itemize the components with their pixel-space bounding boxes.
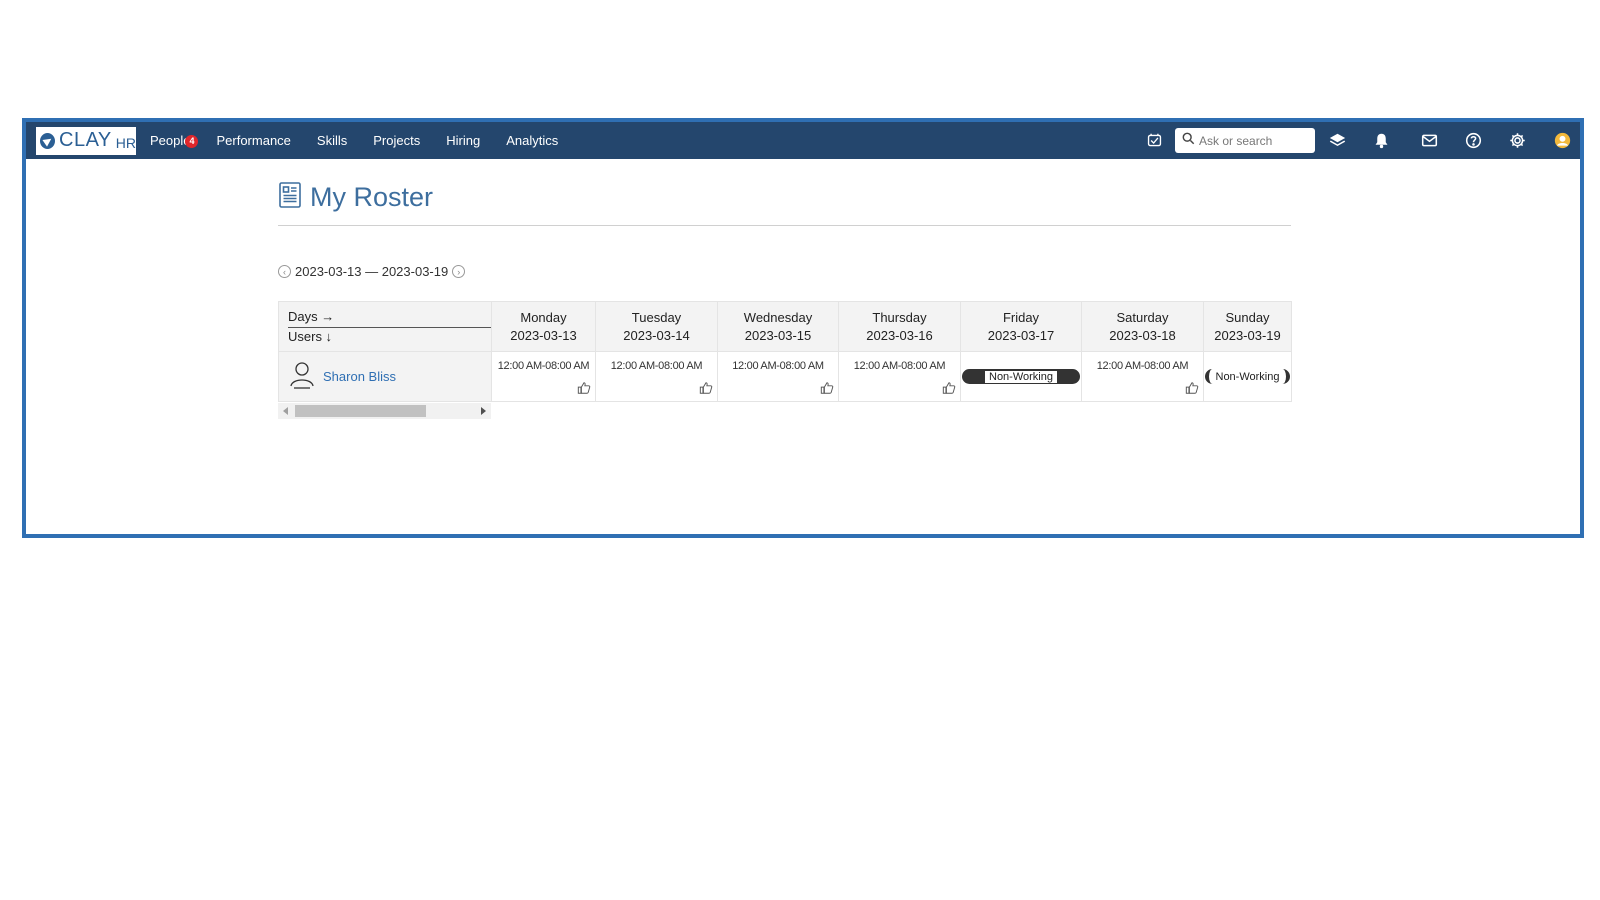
main-menu: People 4 Performance Skills Projects Hir… bbox=[150, 122, 584, 159]
shift-time: 12:00 AM-08:00 AM bbox=[1096, 360, 1189, 372]
day-name: Saturday bbox=[1116, 309, 1169, 325]
user-cell: Sharon Bliss bbox=[278, 351, 492, 402]
nav-right-tools bbox=[1144, 122, 1580, 159]
non-working-label: Non-Working bbox=[1211, 370, 1284, 383]
user-name-link[interactable]: Sharon Bliss bbox=[323, 369, 396, 384]
non-working-cell[interactable]: Non-Working bbox=[1203, 351, 1292, 402]
nav-item-analytics[interactable]: Analytics bbox=[506, 133, 558, 148]
day-date: 2023-03-18 bbox=[1109, 327, 1176, 343]
search-icon bbox=[1182, 132, 1195, 150]
scroll-left-arrow-icon[interactable] bbox=[283, 407, 288, 415]
scroll-right-arrow-icon[interactable] bbox=[481, 407, 486, 415]
avatar-icon[interactable] bbox=[1552, 131, 1572, 151]
logo-mark-icon bbox=[40, 132, 55, 149]
logo-suffix: HR bbox=[115, 135, 136, 151]
week-navigator: ‹ 2023-03-13 — 2023-03-19 › bbox=[278, 264, 1292, 279]
shift-time: 12:00 AM-08:00 AM bbox=[853, 360, 946, 372]
day-date: 2023-03-16 bbox=[866, 327, 933, 343]
nav-item-people[interactable]: People 4 bbox=[150, 133, 199, 148]
search-box[interactable] bbox=[1175, 128, 1315, 153]
gear-icon[interactable] bbox=[1507, 131, 1527, 151]
nav-item-hiring[interactable]: Hiring bbox=[446, 133, 480, 148]
horizontal-scrollbar[interactable] bbox=[278, 403, 491, 419]
user-icon bbox=[289, 360, 315, 393]
thumbs-up-icon[interactable] bbox=[1185, 381, 1199, 395]
day-name: Sunday bbox=[1225, 309, 1270, 325]
page-title: My Roster bbox=[310, 181, 434, 212]
next-week-icon[interactable]: › bbox=[452, 265, 466, 278]
top-navigation-bar: CLAY HR People 4 Performance Skills Proj… bbox=[26, 122, 1580, 159]
day-header-sunday: Sunday 2023-03-19 bbox=[1203, 301, 1292, 352]
title-divider bbox=[278, 225, 1291, 226]
users-axis-label: Users ↓ bbox=[288, 328, 333, 344]
scrollbar-thumb[interactable] bbox=[295, 405, 426, 417]
table-row: Sharon Bliss 12:00 AM-08:00 AM 12:00 AM-… bbox=[278, 351, 1292, 402]
clayhr-logo[interactable]: CLAY HR bbox=[36, 126, 136, 155]
shift-cell[interactable]: 12:00 AM-08:00 AM bbox=[1081, 351, 1204, 402]
day-name: Wednesday bbox=[743, 309, 813, 325]
search-input[interactable] bbox=[1199, 133, 1309, 148]
nav-item-projects[interactable]: Projects bbox=[373, 133, 420, 148]
non-working-label: Non-Working bbox=[985, 370, 1057, 383]
shift-time: 12:00 AM-08:00 AM bbox=[732, 360, 824, 372]
shift-cell[interactable]: 12:00 AM-08:00 AM bbox=[717, 351, 839, 402]
day-header-monday: Monday 2023-03-13 bbox=[491, 301, 596, 352]
thumbs-up-icon[interactable] bbox=[699, 381, 713, 395]
day-date: 2023-03-15 bbox=[744, 327, 812, 343]
day-date: 2023-03-17 bbox=[987, 327, 1055, 343]
shift-time: 12:00 AM-08:00 AM bbox=[610, 360, 703, 372]
nav-item-performance[interactable]: Performance bbox=[216, 133, 290, 148]
thumbs-up-icon[interactable] bbox=[942, 381, 956, 395]
day-header-friday: Friday 2023-03-17 bbox=[960, 301, 1082, 352]
previous-week-icon[interactable]: ‹ bbox=[278, 265, 291, 278]
inbox-icon[interactable] bbox=[1144, 131, 1164, 151]
nav-item-people-label: People bbox=[150, 133, 191, 148]
roster-grid: Days → Users ↓ Monday 2023-03-13 Tuesday 2… bbox=[278, 301, 1292, 419]
thumbs-up-icon[interactable] bbox=[577, 381, 591, 395]
day-date: 2023-03-19 bbox=[1214, 327, 1281, 343]
bell-icon[interactable] bbox=[1371, 131, 1391, 151]
help-icon[interactable] bbox=[1463, 131, 1483, 151]
logo-text: CLAY bbox=[59, 129, 112, 151]
shift-cell[interactable]: 12:00 AM-08:00 AM bbox=[595, 351, 718, 402]
notification-badge: 4 bbox=[185, 135, 199, 148]
day-header-thursday: Thursday 2023-03-16 bbox=[838, 301, 961, 352]
day-header-tuesday: Tuesday 2023-03-14 bbox=[595, 301, 718, 352]
roster-corner-header: Days → Users ↓ bbox=[278, 301, 492, 352]
mail-icon[interactable] bbox=[1419, 131, 1439, 151]
day-header-saturday: Saturday 2023-03-18 bbox=[1081, 301, 1204, 352]
app-window: CLAY HR People 4 Performance Skills Proj… bbox=[22, 118, 1584, 538]
day-date: 2023-03-14 bbox=[623, 327, 690, 343]
roster-icon bbox=[278, 181, 302, 214]
week-range: 2023-03-13 — 2023-03-19 bbox=[295, 264, 449, 279]
roster-header-row: Days → Users ↓ Monday 2023-03-13 Tuesday 2… bbox=[278, 301, 1292, 352]
thumbs-up-icon[interactable] bbox=[820, 381, 834, 395]
main-content: My Roster ‹ 2023-03-13 — 2023-03-19 › Da… bbox=[278, 178, 1292, 419]
shift-time: 12:00 AM-08:00 AM bbox=[497, 360, 590, 372]
layers-icon[interactable] bbox=[1327, 131, 1347, 151]
day-header-wednesday: Wednesday 2023-03-15 bbox=[717, 301, 839, 352]
day-name: Monday bbox=[520, 309, 567, 325]
day-name: Friday bbox=[1002, 309, 1040, 325]
non-working-cell[interactable]: Non-Working bbox=[960, 351, 1082, 402]
nav-item-skills[interactable]: Skills bbox=[317, 133, 347, 148]
days-axis-label: Days → bbox=[288, 308, 491, 328]
day-name: Thursday bbox=[872, 309, 927, 325]
page-header: My Roster bbox=[278, 178, 1292, 216]
shift-cell[interactable]: 12:00 AM-08:00 AM bbox=[838, 351, 961, 402]
non-working-bar: Non-Working bbox=[1205, 369, 1290, 384]
day-date: 2023-03-13 bbox=[510, 327, 577, 343]
shift-cell[interactable]: 12:00 AM-08:00 AM bbox=[491, 351, 596, 402]
non-working-bar: Non-Working bbox=[962, 369, 1080, 384]
day-name: Tuesday bbox=[631, 309, 682, 325]
